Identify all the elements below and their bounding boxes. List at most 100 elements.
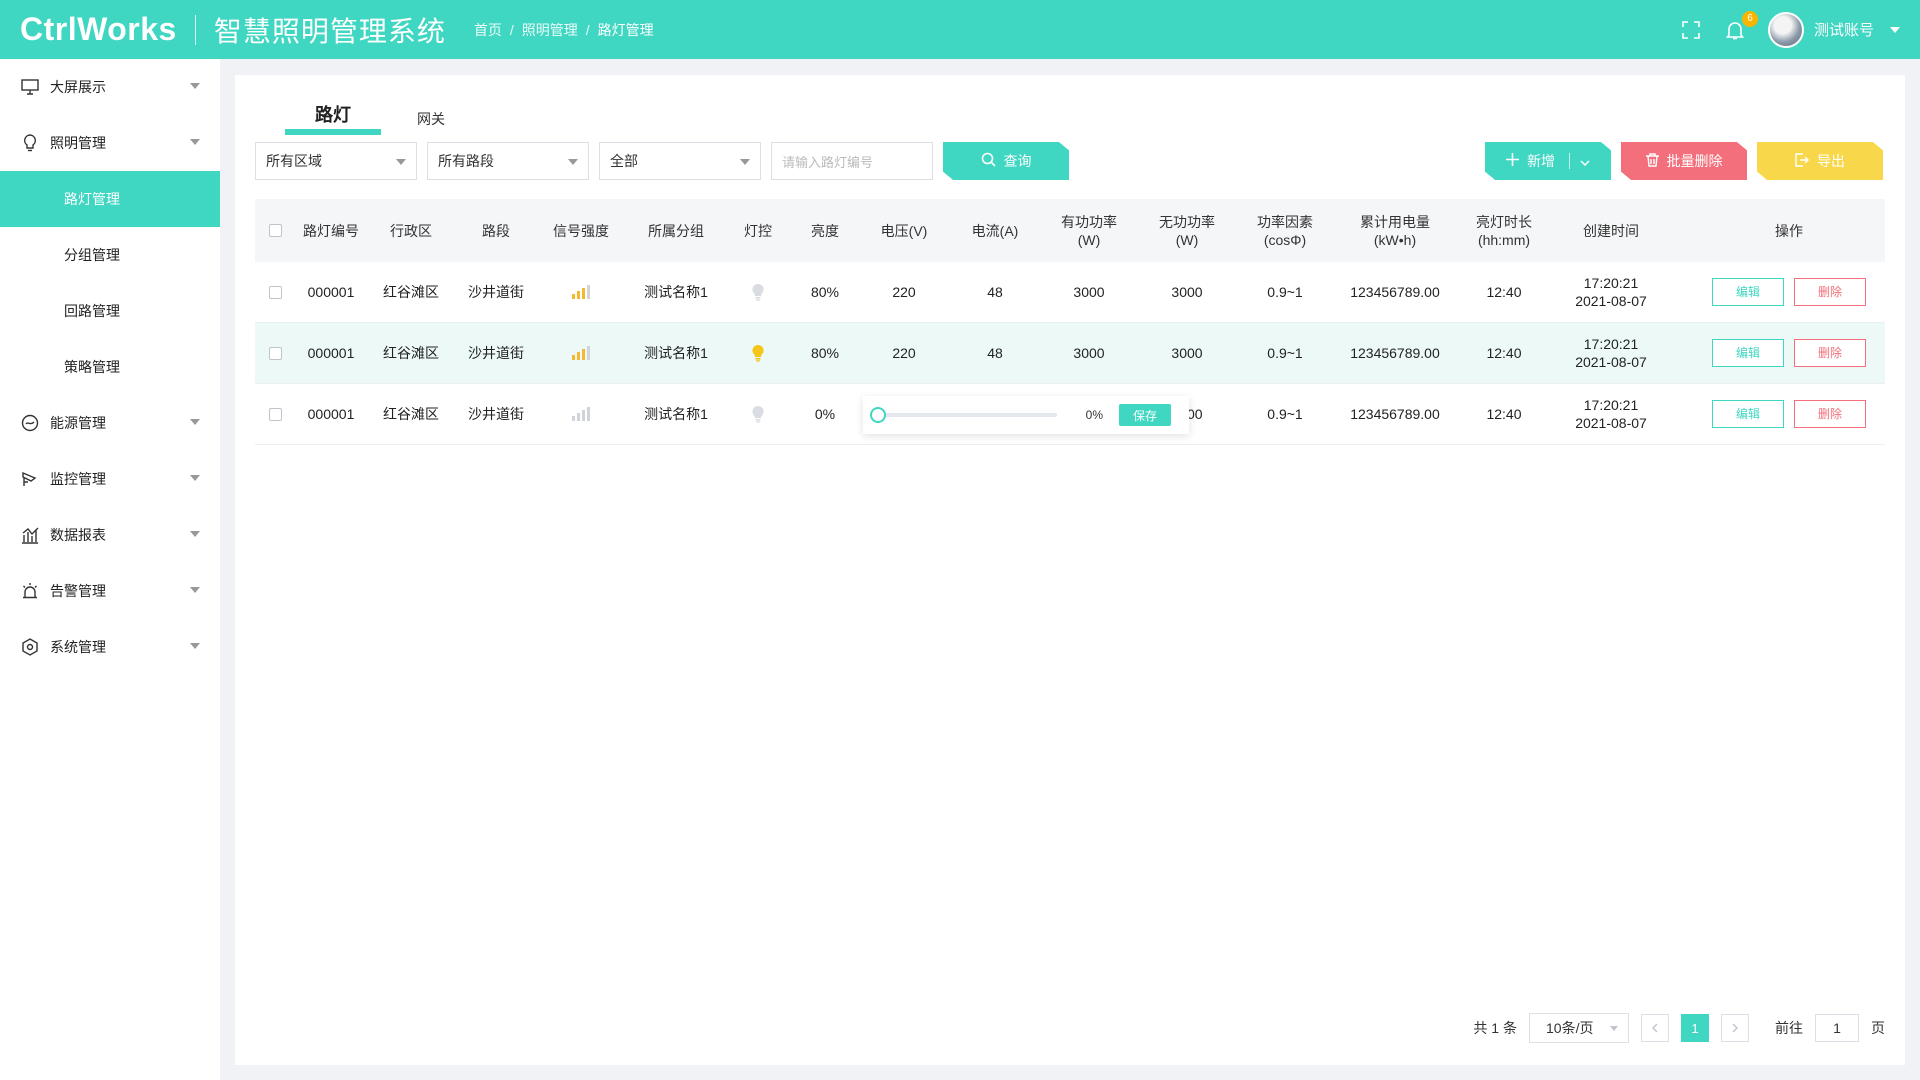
brightness-slider[interactable] xyxy=(870,407,1057,423)
bell-icon[interactable]: 6 xyxy=(1724,10,1758,41)
prev-page-button[interactable] xyxy=(1641,1014,1669,1042)
row-checkbox[interactable] xyxy=(255,285,295,299)
sidebar-subitem-circuit[interactable]: 回路管理 xyxy=(0,283,220,339)
tab-streetlight[interactable]: 路灯 xyxy=(285,101,381,135)
filter-bar: 所有区域 所有路段 全部 请输入路灯编号 查询 xyxy=(255,142,1069,180)
sidebar-subitem-streetlight[interactable]: 路灯管理 xyxy=(0,171,220,227)
signal-strength-icon xyxy=(537,407,625,421)
username[interactable]: 测试账号 xyxy=(1814,19,1874,40)
breadcrumb-separator: / xyxy=(509,21,514,38)
app-title: 智慧照明管理系统 xyxy=(213,15,446,47)
save-button[interactable]: 保存 xyxy=(1119,404,1171,426)
sidebar-item-monitor[interactable]: 监控管理 xyxy=(0,451,220,507)
cell-voltage: 220 xyxy=(892,284,916,300)
cell-brightness: 0% xyxy=(814,406,836,422)
edit-button[interactable]: 编辑 xyxy=(1712,339,1784,367)
table-row[interactable]: 000001 红谷滩区 沙井道街 测试名称1 80% 220 48 3000 3000 0.9~1… xyxy=(255,262,1885,323)
sidebar-item-label: 照明管理 xyxy=(50,135,106,151)
table-row[interactable]: 000001 红谷滩区 沙井道街 测试名称1 80% 220 48 3000 3000 0.9~1… xyxy=(255,323,1885,384)
breadcrumb-lighting[interactable]: 照明管理 xyxy=(522,20,578,40)
sidebar-item-energy[interactable]: 能源管理 xyxy=(0,395,220,451)
cell-energy: 123456789.00 xyxy=(1350,345,1440,361)
streetlight-table: 路灯编号 行政区 路段 信号强度 所属分组 灯控 亮度 电压(V) 电流(A) … xyxy=(255,199,1885,445)
total-count: 共 1 条 xyxy=(1473,1020,1517,1036)
sidebar-item-label: 数据报表 xyxy=(50,527,106,543)
delete-button[interactable]: 删除 xyxy=(1794,339,1866,367)
cell-operations: 编辑 删除 xyxy=(1673,278,1905,306)
goto-prefix: 前往 xyxy=(1775,1020,1803,1036)
sidebar-item-dashboard[interactable]: 大屏展示 xyxy=(0,59,220,115)
bulb-icon[interactable] xyxy=(727,405,789,423)
breadcrumb-home[interactable]: 首页 xyxy=(474,20,502,40)
sidebar-item-reports[interactable]: 数据报表 xyxy=(0,507,220,563)
batch-delete-button[interactable]: 批量删除 xyxy=(1621,142,1747,180)
sidebar-subitem-group[interactable]: 分组管理 xyxy=(0,227,220,283)
batch-delete-label: 批量删除 xyxy=(1666,153,1723,169)
cell-active-power: 3000 xyxy=(1073,284,1105,300)
select-all-checkbox[interactable] xyxy=(255,224,295,237)
goto-suffix: 页 xyxy=(1871,1020,1885,1036)
bulb-icon[interactable] xyxy=(727,344,789,362)
tab-gateway[interactable]: 网关 xyxy=(417,109,445,135)
sidebar-subitem-strategy[interactable]: 策略管理 xyxy=(0,339,220,395)
chevron-down-icon xyxy=(190,587,200,593)
chart-icon xyxy=(20,525,40,545)
edit-button[interactable]: 编辑 xyxy=(1712,400,1784,428)
fullscreen-icon[interactable] xyxy=(1680,19,1702,41)
edit-button[interactable]: 编辑 xyxy=(1712,278,1784,306)
chevron-down-icon[interactable] xyxy=(1580,153,1590,169)
goto-page-input[interactable]: 1 xyxy=(1815,1014,1859,1042)
road-select[interactable]: 所有路段 xyxy=(427,142,589,180)
chevron-down-icon xyxy=(1610,1026,1618,1031)
cell-district: 红谷滩区 xyxy=(383,345,439,361)
sidebar-item-label: 能源管理 xyxy=(50,415,106,431)
add-button[interactable]: 新增 xyxy=(1485,142,1611,180)
avatar[interactable] xyxy=(1767,11,1804,48)
column-header: 创建时间 xyxy=(1583,222,1639,239)
chevron-down-icon xyxy=(740,159,750,165)
brightness-value: 0% xyxy=(1085,408,1103,422)
bulb-icon[interactable] xyxy=(727,283,789,301)
row-checkbox[interactable] xyxy=(255,346,295,360)
cell-power-factor: 0.9~1 xyxy=(1267,345,1303,361)
created-date: 2021-08-07 xyxy=(1575,354,1647,370)
query-button[interactable]: 查询 xyxy=(943,142,1069,180)
row-checkbox[interactable] xyxy=(255,407,295,421)
export-button[interactable]: 导出 xyxy=(1757,142,1883,180)
cell-light-id: 000001 xyxy=(307,406,355,422)
created-time: 17:20:21 xyxy=(1583,275,1639,291)
cell-current: 48 xyxy=(987,284,1003,300)
column-header: 操作 xyxy=(1775,222,1803,239)
delete-button[interactable]: 删除 xyxy=(1794,278,1866,306)
page-size-select[interactable]: 10条/页 xyxy=(1529,1013,1629,1043)
chevron-down-icon xyxy=(396,159,406,165)
user-menu[interactable]: 测试账号 xyxy=(1767,11,1900,48)
light-id-search-input[interactable]: 请输入路灯编号 xyxy=(771,142,933,180)
sidebar-item-alarm[interactable]: 告警管理 xyxy=(0,563,220,619)
cell-group: 测试名称1 xyxy=(644,284,708,300)
chevron-down-icon xyxy=(190,531,200,537)
breadcrumb: 首页 / 照明管理 / 路灯管理 xyxy=(474,20,654,40)
delete-button[interactable]: 删除 xyxy=(1794,400,1866,428)
chevron-down-icon[interactable] xyxy=(1890,26,1900,33)
sidebar-item-lighting[interactable]: 照明管理 xyxy=(0,115,220,171)
cell-road: 沙井道街 xyxy=(468,406,524,422)
main-panel: 路灯 网关 所有区域 所有路段 全部 请输入路灯编号 查询 新增 批量删除 导出… xyxy=(235,75,1905,1065)
status-select[interactable]: 全部 xyxy=(599,142,761,180)
cell-light-id: 000001 xyxy=(307,345,355,361)
created-time: 17:20:21 xyxy=(1583,397,1639,413)
column-header: 无功功率 (W) xyxy=(1159,213,1215,248)
chevron-down-icon xyxy=(190,643,200,649)
slider-handle[interactable] xyxy=(870,407,886,423)
app-logo[interactable]: CtrlWorks xyxy=(20,11,177,48)
chevron-down-icon xyxy=(190,475,200,481)
alarm-icon xyxy=(20,581,40,601)
area-select[interactable]: 所有区域 xyxy=(255,142,417,180)
table-row[interactable]: 000001红谷滩区沙井道街测试名称10%30000.9~1123456789.… xyxy=(255,384,1885,445)
cell-reactive-power: 3000 xyxy=(1171,345,1203,361)
next-page-button[interactable] xyxy=(1721,1014,1749,1042)
column-header: 所属分组 xyxy=(648,222,704,239)
page-number-current[interactable]: 1 xyxy=(1681,1014,1709,1042)
cell-current: 48 xyxy=(987,345,1003,361)
sidebar-item-system[interactable]: 系统管理 xyxy=(0,619,220,675)
